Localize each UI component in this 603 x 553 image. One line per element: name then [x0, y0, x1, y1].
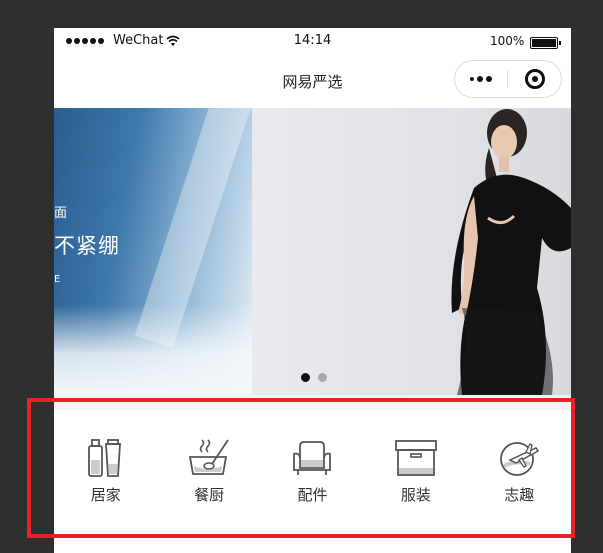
banner-text-line1: 面: [54, 206, 68, 221]
banner-text-line3: E: [54, 274, 61, 285]
category-label: 居家: [90, 486, 121, 504]
model-photo: [451, 109, 571, 395]
carousel-dot-2[interactable]: [317, 373, 327, 382]
target-icon: [524, 69, 545, 89]
status-bar: WeChat 14:14 100%: [54, 28, 571, 58]
cooking-pot-icon: [189, 439, 229, 475]
nav-bar: 网易严选: [54, 58, 571, 108]
banner-carousel[interactable]: 面 不紧绷 E: [54, 108, 571, 395]
mini-program-capsule: [454, 60, 562, 98]
category-label: 志趣: [504, 486, 535, 504]
close-button[interactable]: [508, 69, 561, 89]
carousel-indicator: [54, 373, 571, 382]
category-item-interests[interactable]: 志趣: [468, 438, 571, 505]
category-label: 餐厨: [194, 486, 225, 504]
carousel-dot-1[interactable]: [300, 373, 310, 382]
box-icon: [394, 440, 437, 476]
category-label: 服装: [400, 486, 431, 504]
phone-screen: WeChat 14:14 100% 网易严选 面 不紧绷 E 居家 餐厨 配件 …: [54, 28, 571, 553]
category-item-accessories[interactable]: 配件: [261, 438, 364, 505]
category-nav: 居家 餐厨 配件 服装 志趣: [54, 410, 571, 530]
armchair-icon: [293, 441, 332, 475]
globe-plane-icon: [500, 442, 540, 476]
banner-slide-fashion[interactable]: [252, 108, 571, 395]
more-button[interactable]: [455, 76, 507, 82]
battery-percent: 100%: [490, 34, 525, 48]
banner-text-line2: 不紧绷: [54, 234, 120, 258]
battery-icon: [530, 37, 561, 49]
bottles-icon: [87, 439, 121, 477]
category-item-kitchen[interactable]: 餐厨: [157, 438, 260, 505]
category-item-home[interactable]: 居家: [54, 438, 157, 505]
banner-slide-left[interactable]: 面 不紧绷 E: [54, 108, 254, 395]
category-label: 配件: [297, 486, 328, 504]
section-divider: [54, 395, 571, 410]
category-item-clothing[interactable]: 服装: [364, 438, 467, 505]
